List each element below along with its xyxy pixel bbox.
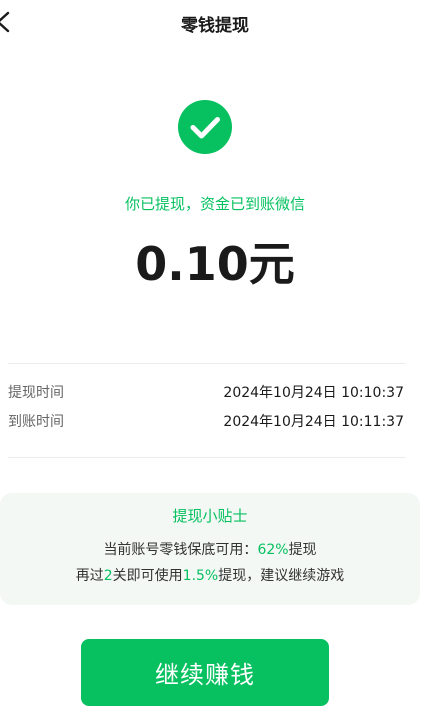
tips-title: 提现小贴士 xyxy=(172,507,248,525)
tips-highlight: 1.5% xyxy=(182,568,219,584)
detail-value: 2024年10月24日 10:11:37 xyxy=(223,414,404,430)
divider-top xyxy=(8,363,406,364)
page-title: 零钱提现 xyxy=(181,16,249,36)
tips-line-1: 当前账号零钱保底可用：62%提现 xyxy=(0,539,420,559)
detail-label: 提现时间 xyxy=(8,385,64,401)
withdraw-result-screen: 零钱提现 你已提现，资金已到账微信 0.10元 提现时间 2024年10月24日… xyxy=(0,0,430,713)
continue-earning-button[interactable]: 继续赚钱 xyxy=(81,639,329,706)
withdraw-amount: 0.10元 xyxy=(135,237,295,291)
tips-highlight: 2 xyxy=(103,568,113,584)
tips-text: 当前账号零钱保底可用： xyxy=(103,542,258,558)
nav-bar: 零钱提现 xyxy=(0,0,430,44)
tips-text: 提现 xyxy=(288,542,317,558)
detail-label: 到账时间 xyxy=(8,414,64,430)
check-circle-icon xyxy=(178,100,232,154)
detail-value: 2024年10月24日 10:10:37 xyxy=(223,385,404,401)
tips-highlight: 62% xyxy=(257,542,289,558)
tips-line-2: 再过2关即可使用1.5%提现，建议继续游戏 xyxy=(0,565,420,585)
tips-text: 提现，建议继续游戏 xyxy=(218,568,345,584)
detail-row-withdraw-time: 提现时间 2024年10月24日 10:10:37 xyxy=(8,382,404,404)
status-message: 你已提现，资金已到账微信 xyxy=(124,195,305,213)
tips-text: 再过 xyxy=(75,568,104,584)
detail-row-arrival-time: 到账时间 2024年10月24日 10:11:37 xyxy=(8,411,404,433)
tips-card: 提现小贴士 当前账号零钱保底可用：62%提现 再过2关即可使用1.5%提现，建议… xyxy=(0,493,420,605)
tips-text: 关即可使用 xyxy=(112,568,183,584)
divider-bottom xyxy=(8,457,406,458)
